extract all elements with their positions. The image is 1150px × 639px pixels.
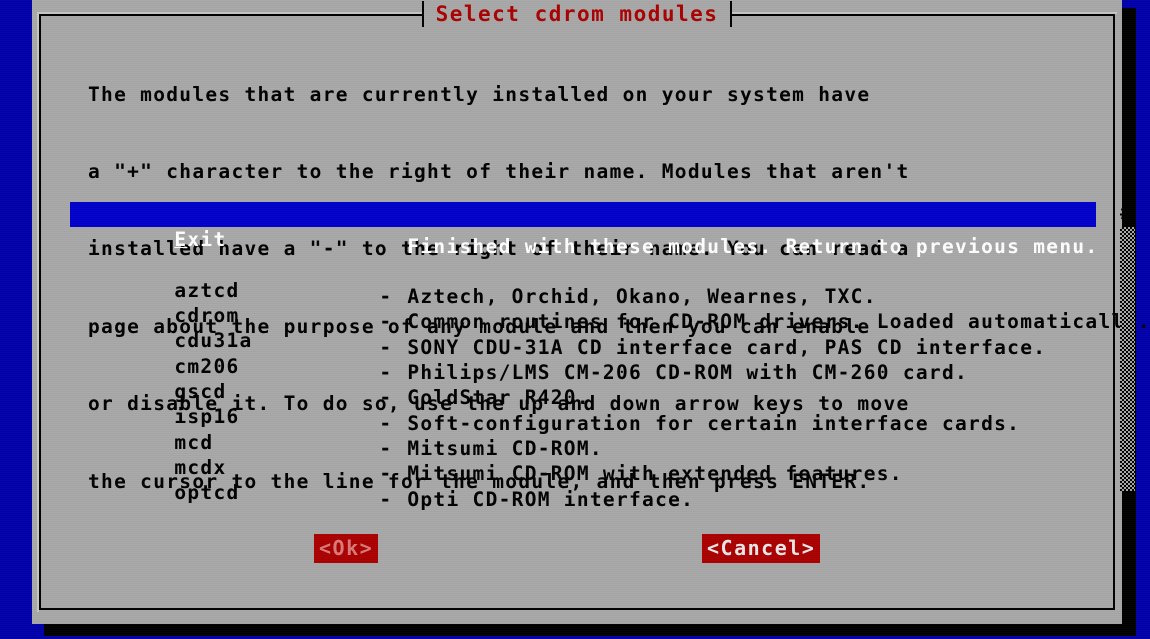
desktop-background: Select cdrom modules The modules that ar… (0, 0, 1150, 639)
list-scrollbar[interactable]: # (1117, 203, 1139, 493)
dialog-button-bar: <Ok> <Cancel> (32, 534, 1122, 568)
cancel-button[interactable]: <Cancel> (702, 534, 821, 563)
help-line: The modules that are currently installed… (88, 82, 871, 106)
menu-item-mcd[interactable]: mcd - Mitsumi CD-ROM. (70, 404, 1100, 460)
ok-button[interactable]: <Ok> (314, 534, 379, 563)
menu-item-aztcd[interactable]: aztcd - Aztech, Orchid, Okano, Wearnes, TX… (70, 253, 1100, 308)
menu-item-isp16[interactable]: isp16- Soft-configuration for certain int… (70, 379, 1100, 434)
menu-item-description: Opti CD-ROM interface. (407, 487, 695, 511)
menu-item-exit[interactable]: Exit Finished with these modules. Return … (70, 202, 1097, 258)
module-list[interactable]: Exit Finished with these modules. Return … (70, 202, 1149, 511)
menu-item-mcdx[interactable]: mcdx - Mitsumi CD-ROM with extended featur… (70, 430, 1100, 485)
menu-item-cm206[interactable]: cm206- Philips/LMS CM-206 CD-ROM with CM-… (70, 328, 1100, 384)
menu-item-optcd[interactable]: optcd - Opti CD-ROM interface. (70, 455, 1100, 510)
menu-item-gscd[interactable]: gscd - GoldStar R420. (70, 354, 1100, 409)
select-cdrom-modules-dialog: Select cdrom modules The modules that ar… (32, 0, 1149, 624)
help-line: a "+" character to the right of their na… (88, 159, 910, 183)
menu-item-tag: optcd (174, 481, 240, 505)
menu-item-cdrom[interactable]: cdrom - Common routines for CD-ROM drivers… (70, 278, 1149, 333)
scrollbar-trough[interactable] (1120, 227, 1135, 491)
menu-item-dash: - (379, 487, 393, 511)
menu-item-tag: Exit (174, 227, 379, 252)
scroll-up-arrow-icon[interactable]: # (1120, 203, 1131, 223)
menu-item-cdu31a[interactable]: cdu31a - SONY CDU-31A CD interface card, P… (70, 303, 1100, 358)
menu-item-hotkey: E (174, 228, 188, 252)
menu-item-tag-rest: xit (187, 228, 227, 252)
